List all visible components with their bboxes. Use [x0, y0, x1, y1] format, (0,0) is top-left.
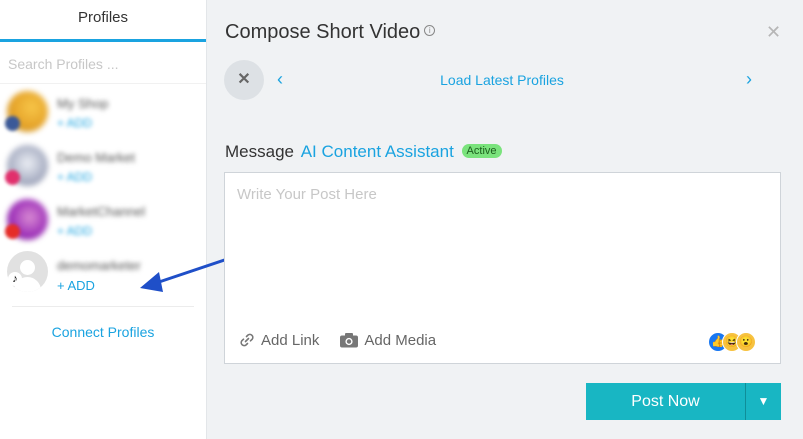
- instagram-icon: [5, 170, 20, 185]
- reactions[interactable]: 👍 😆 😮: [708, 332, 756, 352]
- profile-carousel: ✕ ‹ Load Latest Profiles ›: [224, 60, 780, 102]
- add-media-button[interactable]: Add Media: [339, 332, 436, 349]
- camera-icon: [340, 333, 359, 348]
- profile-item[interactable]: ♪ demomarketer + ADD: [0, 246, 206, 300]
- profile-item[interactable]: My Shop + ADD: [0, 84, 206, 138]
- profile-name: demomarketer: [57, 258, 141, 273]
- profile-search-input[interactable]: Search Profiles ...: [0, 42, 206, 84]
- post-placeholder: Write Your Post Here: [237, 186, 377, 203]
- profile-name: Demo Market: [57, 150, 136, 165]
- message-label-row: Message AI Content Assistant Active: [225, 142, 502, 162]
- add-link-button[interactable]: Add Link: [238, 331, 319, 349]
- editor-toolbar: Add Link Add Media: [238, 331, 456, 349]
- link-icon: [240, 333, 254, 347]
- youtube-icon: [5, 224, 20, 239]
- post-text-area[interactable]: Write Your Post Here Add Link Add Media …: [224, 172, 781, 364]
- profile-item[interactable]: MarketChannel + ADD: [0, 192, 206, 246]
- wow-reaction-icon: 😮: [736, 332, 756, 352]
- profile-add-link[interactable]: + ADD: [57, 219, 206, 238]
- tab-profiles[interactable]: Profiles: [0, 0, 206, 42]
- profile-item[interactable]: Demo Market + ADD: [0, 138, 206, 192]
- add-media-label: Add Media: [364, 331, 437, 349]
- tiktok-icon: ♪: [8, 272, 22, 286]
- post-options-dropdown[interactable]: ▼: [746, 383, 781, 420]
- divider: [12, 306, 194, 307]
- composer-title: Compose Short Video i: [225, 21, 436, 44]
- info-icon[interactable]: i: [424, 25, 436, 37]
- chevron-right-icon[interactable]: ›: [746, 69, 752, 90]
- composer-title-text: Compose Short Video: [225, 21, 421, 43]
- connect-profiles-link[interactable]: Connect Profiles: [0, 324, 206, 340]
- status-badge: Active: [461, 143, 502, 158]
- chevron-down-icon: ▼: [757, 394, 770, 408]
- close-icon[interactable]: ✕: [766, 22, 781, 43]
- profile-name: MarketChannel: [57, 204, 146, 219]
- profiles-sidebar: Profiles Search Profiles ... My Shop + A…: [0, 0, 207, 439]
- add-link-label: Add Link: [261, 331, 320, 349]
- profile-add-link[interactable]: + ADD: [57, 111, 206, 130]
- post-now-button[interactable]: Post Now: [586, 383, 746, 420]
- facebook-icon: [5, 116, 20, 131]
- load-latest-profiles-link[interactable]: Load Latest Profiles: [224, 72, 780, 88]
- ai-content-assistant-link[interactable]: AI Content Assistant: [301, 142, 454, 161]
- profile-add-link[interactable]: + ADD: [57, 273, 206, 293]
- profile-name: My Shop: [57, 96, 109, 111]
- message-label: Message: [225, 142, 294, 161]
- profile-add-link[interactable]: + ADD: [57, 165, 206, 184]
